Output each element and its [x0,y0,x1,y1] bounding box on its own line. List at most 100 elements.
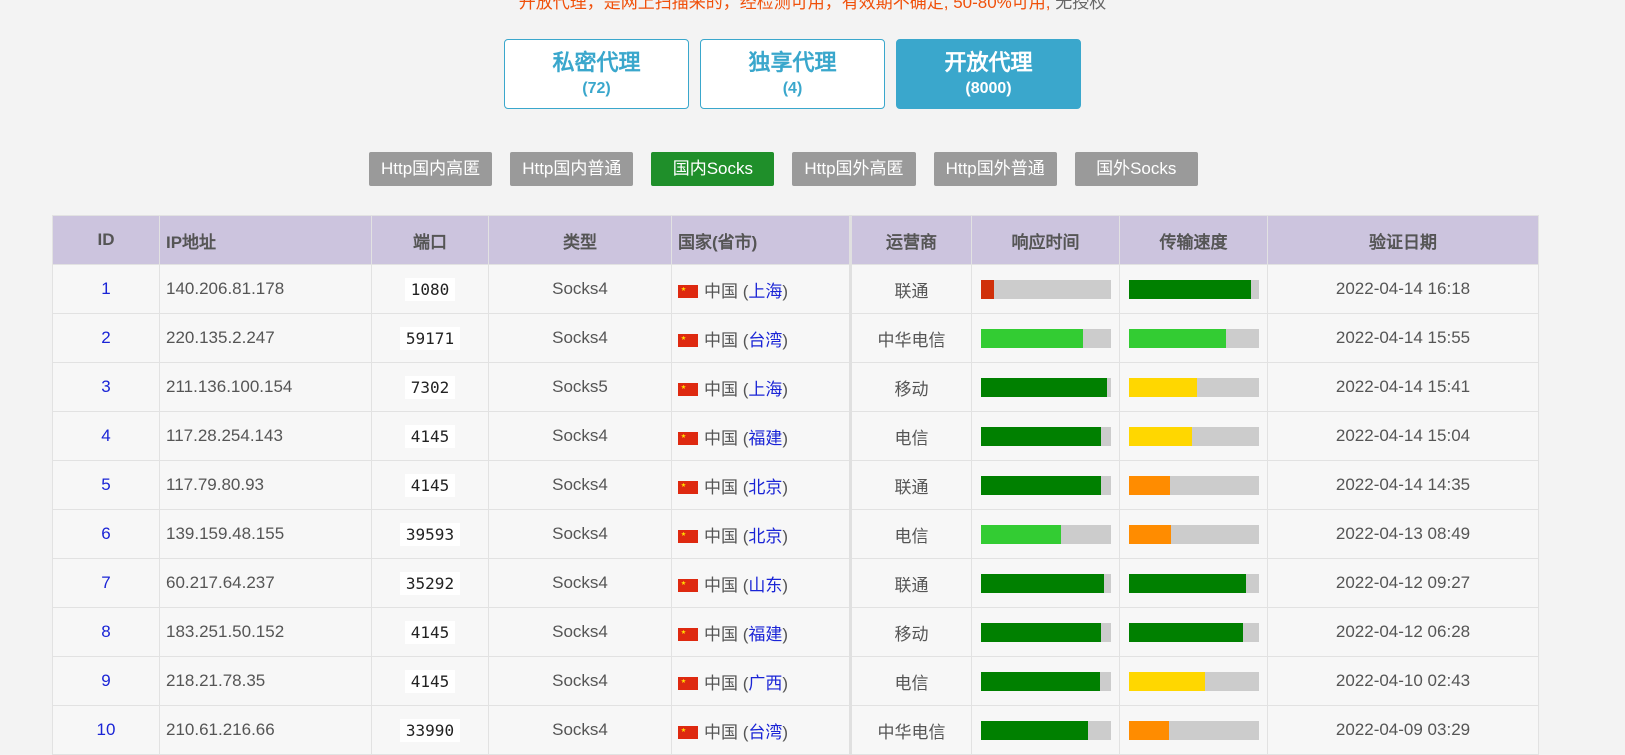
transfer-speed-fill [1128,475,1171,495]
cell-verify-date: 2022-04-14 15:41 [1267,362,1539,412]
region-link[interactable]: 福建 [748,429,782,448]
table-row: 7 60.217.64.237 35292 Socks4 中国 (山东) 联通 2022-0… [52,558,1539,608]
region-link[interactable]: 上海 [748,380,782,399]
cell-port: 59171 [371,313,489,363]
column-header-transfer-speed: 传输速度 [1119,215,1268,265]
china-flag-icon [678,431,698,445]
transfer-speed-fill [1128,720,1169,740]
cell-id: 5 [52,460,160,510]
filter-http-foreign-normal[interactable]: Http国外普通 [933,152,1057,186]
region-link[interactable]: 北京 [748,478,782,497]
country-name: 中国 [704,330,738,350]
table-row: 8 183.251.50.152 4145 Socks4 中国 (福建) 移动 2022-0… [52,607,1539,657]
china-flag-icon [678,725,698,739]
cell-id: 4 [52,411,160,461]
response-time-bar [980,279,1111,299]
filter-foreign-socks[interactable]: 国外Socks [1074,152,1198,186]
cell-isp: 中华电信 [850,705,972,755]
row-id-link[interactable]: 3 [101,377,110,396]
response-time-bar [980,377,1111,397]
response-time-bar [980,671,1111,691]
cell-id: 10 [52,705,160,755]
column-header-isp: 运营商 [850,215,972,265]
filter-http-domestic-elite[interactable]: Http国内高匿 [369,152,493,186]
table-row: 6 139.159.48.155 39593 Socks4 中国 (北京) 电信 2022-… [52,509,1539,559]
region-link[interactable]: 北京 [748,527,782,546]
tab-title: 独享代理 [748,50,837,75]
response-time-fill [980,328,1084,348]
row-id-link[interactable]: 8 [101,622,110,641]
transfer-speed-fill [1128,279,1251,299]
cell-port: 33990 [371,705,489,755]
cell-ip: 218.21.78.35 [159,656,372,706]
response-time-fill [980,475,1102,495]
port-value: 35292 [399,571,461,595]
row-id-link[interactable]: 9 [101,671,110,690]
cell-transfer-speed [1119,411,1268,461]
cell-location: 中国 (山东) [671,558,852,608]
transfer-speed-bar [1128,328,1259,348]
filter-domestic-socks[interactable]: 国内Socks [651,152,775,186]
region-link[interactable]: 福建 [748,625,782,644]
filter-http-foreign-elite[interactable]: Http国外高匿 [792,152,916,186]
transfer-speed-bar [1128,671,1259,691]
response-time-fill [980,720,1089,740]
transfer-speed-fill [1128,573,1246,593]
row-id-link[interactable]: 5 [101,475,110,494]
cell-id: 1 [52,264,160,314]
cell-id: 7 [52,558,160,608]
cell-location: 中国 (北京) [671,460,852,510]
tab-open-proxy[interactable]: 开放代理 (8000) [896,39,1081,109]
row-id-link[interactable]: 7 [101,573,110,592]
cell-ip: 117.28.254.143 [159,411,372,461]
tab-exclusive-proxy[interactable]: 独享代理 (4) [700,39,885,109]
notice-warning-text: 开放代理，是网上扫描来的，经检测可用，有效期不确定, 50-80%可用, [518,0,1051,12]
table-header-row: ID IP地址 端口 类型 国家(省市) 运营商 响应时间 传输速度 验证日期 [52,215,1539,265]
cell-transfer-speed [1119,656,1268,706]
tab-private-proxy[interactable]: 私密代理 (72) [504,39,689,109]
response-time-fill [980,377,1107,397]
cell-verify-date: 2022-04-09 03:29 [1267,705,1539,755]
port-value: 4145 [404,473,456,497]
region-link[interactable]: 台湾 [748,723,782,742]
cell-transfer-speed [1119,362,1268,412]
cell-type: Socks4 [488,313,672,363]
row-id-link[interactable]: 2 [101,328,110,347]
region-link[interactable]: 上海 [748,282,782,301]
transfer-speed-bar [1128,573,1259,593]
response-time-fill [980,573,1104,593]
row-id-link[interactable]: 1 [101,279,110,298]
table-row: 1 140.206.81.178 1080 Socks4 中国 (上海) 联通 2022-0… [52,264,1539,314]
cell-id: 6 [52,509,160,559]
table-row: 9 218.21.78.35 4145 Socks4 中国 (广西) 电信 2022-04-… [52,656,1539,706]
column-header-verify-date: 验证日期 [1267,215,1539,265]
cell-response-time [971,264,1120,314]
cell-verify-date: 2022-04-12 09:27 [1267,558,1539,608]
row-id-link[interactable]: 6 [101,524,110,543]
row-id-link[interactable]: 4 [101,426,110,445]
port-value: 39593 [399,522,461,546]
cell-verify-date: 2022-04-14 14:35 [1267,460,1539,510]
table-row: 4 117.28.254.143 4145 Socks4 中国 (福建) 电信 2022-0… [52,411,1539,461]
port-value: 33990 [399,718,461,742]
cell-location: 中国 (福建) [671,411,852,461]
cell-isp: 中华电信 [850,313,972,363]
cell-location: 中国 (台湾) [671,705,852,755]
response-time-fill [980,524,1062,544]
column-header-port: 端口 [371,215,489,265]
country-name: 中国 [704,477,738,497]
port-value: 1080 [404,277,456,301]
region-link[interactable]: 山东 [748,576,782,595]
cell-response-time [971,705,1120,755]
cell-type: Socks4 [488,411,672,461]
cell-location: 中国 (上海) [671,362,852,412]
cell-transfer-speed [1119,607,1268,657]
filter-http-domestic-normal[interactable]: Http国内普通 [510,152,634,186]
row-id-link[interactable]: 10 [97,720,116,739]
region-link[interactable]: 广西 [748,674,782,693]
region-link[interactable]: 台湾 [748,331,782,350]
cell-verify-date: 2022-04-14 15:55 [1267,313,1539,363]
cell-transfer-speed [1119,705,1268,755]
cell-type: Socks5 [488,362,672,412]
cell-type: Socks4 [488,607,672,657]
